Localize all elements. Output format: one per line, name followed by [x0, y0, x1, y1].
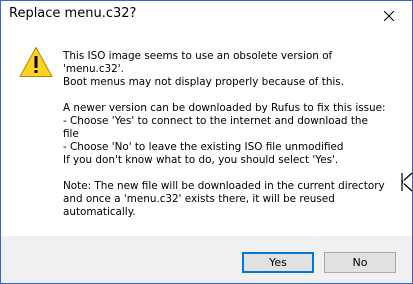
message-line: Boot menus may not display properly beca… [63, 76, 345, 88]
close-icon [384, 11, 394, 21]
no-button[interactable]: No [324, 252, 396, 273]
message-line: - Choose 'No' to leave the existing ISO … [63, 141, 344, 153]
message-line: and once a 'menu.c32' exists there, it w… [63, 193, 335, 205]
message-text: This ISO image seems to use an obsolete … [63, 50, 405, 219]
message-line: 'menu.c32'. [63, 63, 124, 75]
message-line: automatically. [63, 206, 136, 218]
message-line: file [63, 128, 79, 140]
title-bar[interactable]: Replace menu.c32? [1, 1, 412, 31]
resize-cursor-icon [401, 172, 413, 192]
button-bar: Yes No [1, 236, 412, 283]
message-line: If you don't know what to do, you should… [63, 154, 339, 166]
yes-button[interactable]: Yes [242, 252, 314, 273]
dialog-window: Replace menu.c32? This ISO image seems t… [0, 0, 413, 284]
message-line: - Choose 'Yes' to connect to the interne… [63, 115, 368, 127]
dialog-content: This ISO image seems to use an obsolete … [1, 32, 412, 236]
message-line: This ISO image seems to use an obsolete … [63, 50, 333, 62]
close-button[interactable] [366, 1, 412, 31]
dialog-title: Replace menu.c32? [9, 6, 137, 21]
warning-icon [19, 47, 53, 77]
message-line: Note: The new file will be downloaded in… [63, 180, 385, 192]
message-line: A newer version can be downloaded by Ruf… [63, 102, 386, 114]
